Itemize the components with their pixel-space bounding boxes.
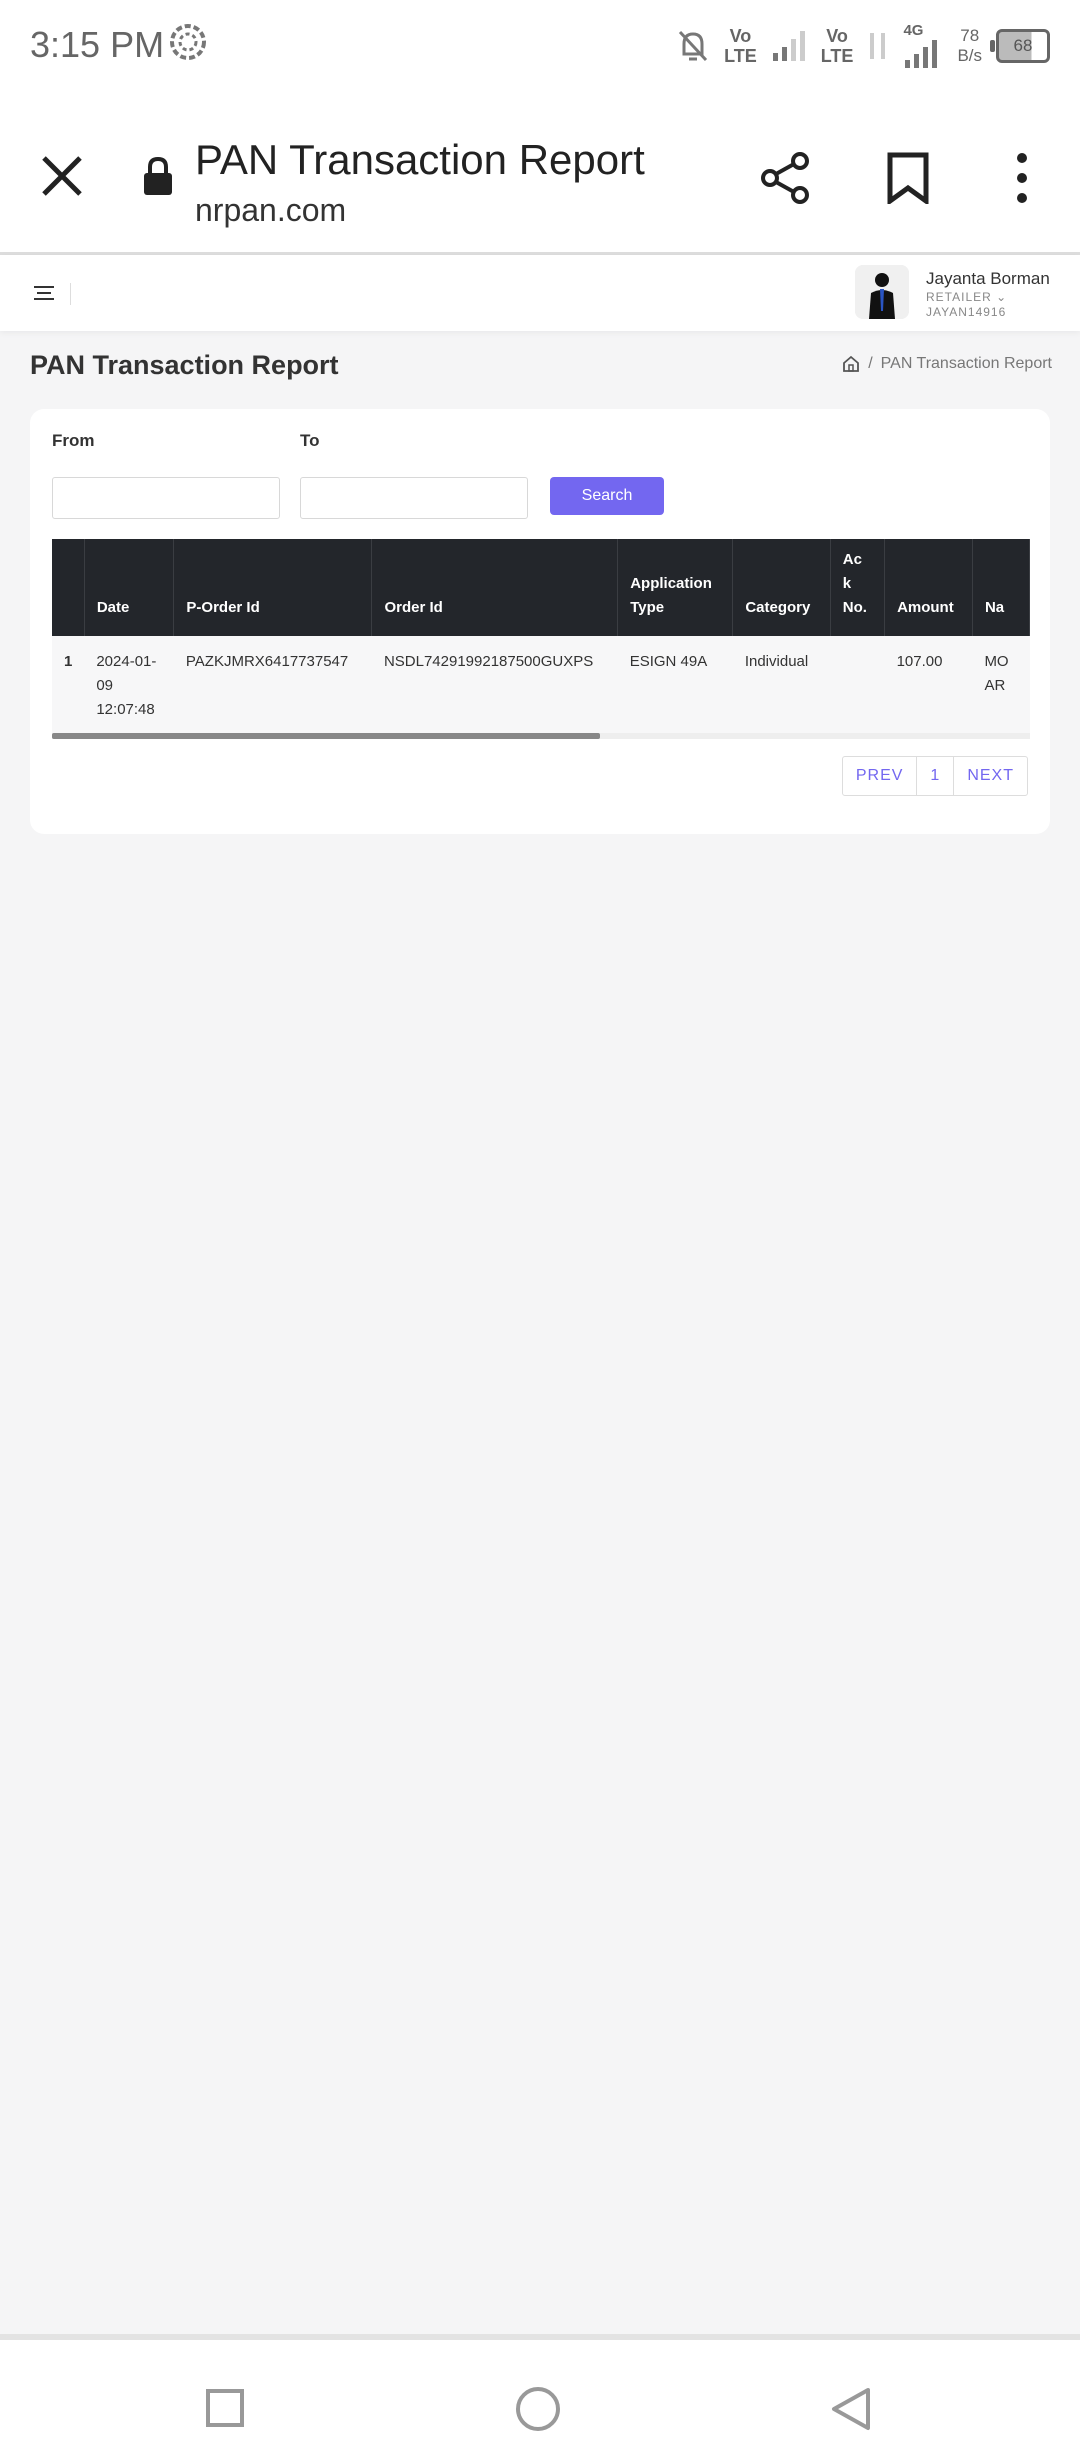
status-time: 3:15 PM	[30, 24, 165, 65]
table-header-row: Date P-Order Id Order Id Application Typ…	[52, 539, 1030, 636]
close-icon[interactable]	[38, 152, 86, 200]
user-avatar-icon	[855, 265, 909, 319]
sync-icon	[170, 24, 206, 60]
recent-apps-icon[interactable]	[205, 2388, 245, 2428]
col-header-porder[interactable]: P-Order Id	[173, 539, 373, 636]
search-button[interactable]: Search	[550, 477, 664, 515]
col-header-ack[interactable]: Ac k No.	[830, 539, 886, 636]
more-vert-icon[interactable]	[1010, 152, 1034, 204]
cell-apptype: ESIGN 49A	[617, 636, 733, 734]
cell-num: 1	[52, 636, 85, 734]
col-header-order[interactable]: Order Id	[371, 539, 619, 636]
signal-bars-icon	[905, 40, 938, 68]
data-arrows-icon	[870, 33, 886, 59]
cell-order: NSDL74291992187500GUXPS	[371, 636, 618, 734]
breadcrumb-separator: /	[868, 355, 873, 372]
col-header-amount[interactable]: Amount	[884, 539, 973, 636]
sim1-label: Vo LTE	[724, 26, 757, 66]
page-title-bar[interactable]: PAN Transaction Report	[195, 136, 645, 184]
table-horizontal-scrollbar[interactable]	[52, 733, 1030, 739]
battery-icon: 68	[990, 29, 1050, 63]
status-icons: Vo LTE Vo LTE 4G 78 B/s 68	[676, 20, 1050, 72]
scrollbar-thumb[interactable]	[52, 733, 600, 739]
from-date-input[interactable]	[52, 477, 280, 519]
table-row: 1 2024-01-09 12:07:48 PAZKJMRX6417737547…	[52, 636, 1030, 734]
pagination: PREV 1 NEXT	[841, 756, 1028, 796]
url-text[interactable]: nrpan.com	[195, 192, 346, 229]
bell-off-icon	[678, 30, 708, 62]
lock-icon[interactable]	[142, 156, 174, 196]
col-header-num	[52, 539, 85, 636]
col-header-apptype[interactable]: Application Type	[617, 539, 734, 636]
transactions-table[interactable]: Date P-Order Id Order Id Application Typ…	[52, 539, 1030, 737]
share-icon[interactable]	[760, 152, 812, 204]
prev-page-button[interactable]: PREV	[843, 757, 917, 795]
col-header-name[interactable]: Na	[972, 539, 1030, 636]
cell-amount: 107.00	[884, 636, 973, 734]
breadcrumb: / PAN Transaction Report	[842, 355, 1052, 373]
from-label: From	[52, 431, 95, 450]
browser-toolbar: PAN Transaction Report nrpan.com	[0, 92, 1080, 255]
signal-4g: 4G	[903, 22, 943, 68]
page-title: PAN Transaction Report	[30, 350, 339, 380]
user-role[interactable]: RETAILER ⌄	[926, 290, 1007, 304]
user-name[interactable]: Jayanta Borman	[926, 269, 1050, 289]
avatar[interactable]	[855, 265, 909, 319]
cell-name: MO AR	[972, 636, 1030, 734]
cell-porder: PAZKJMRX6417737547	[173, 636, 372, 734]
report-card: From To Search Date P-Order Id Order Id …	[30, 409, 1050, 834]
home-icon[interactable]	[842, 355, 860, 373]
sim2-label: Vo LTE	[820, 26, 854, 66]
cell-date: 2024-01-09 12:07:48	[84, 636, 174, 734]
header-divider	[70, 283, 71, 305]
to-label: To	[300, 431, 320, 450]
user-id: JAYAN14916	[926, 305, 1007, 319]
menu-icon[interactable]	[34, 285, 54, 301]
app-header: Jayanta Borman RETAILER ⌄ JAYAN14916	[0, 255, 1080, 331]
next-page-button[interactable]: NEXT	[953, 757, 1027, 795]
col-header-category[interactable]: Category	[732, 539, 831, 636]
system-nav-bar	[0, 2334, 1080, 2460]
cell-category: Individual	[732, 636, 831, 734]
breadcrumb-current: PAN Transaction Report	[880, 355, 1052, 372]
to-date-input[interactable]	[300, 477, 528, 519]
col-header-date[interactable]: Date	[84, 539, 175, 636]
bookmark-icon[interactable]	[886, 152, 930, 204]
back-icon[interactable]	[828, 2386, 872, 2432]
status-bar: 3:15 PM Vo LTE Vo LTE 4G 78 B/s 68	[0, 0, 1080, 92]
net-speed: 78 B/s	[957, 26, 982, 65]
cell-ack	[830, 636, 885, 734]
home-button-icon[interactable]	[515, 2386, 561, 2432]
page-number-button[interactable]: 1	[916, 757, 953, 795]
signal-icon	[772, 31, 805, 61]
